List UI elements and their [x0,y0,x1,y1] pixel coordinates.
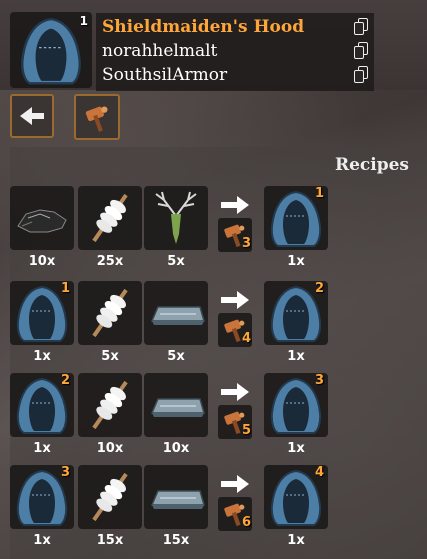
thread-spool-icon [92,472,128,522]
item-quality-level: 3 [60,465,70,480]
item-count: 1 [79,14,88,28]
antler-trophy-icon [155,191,197,244]
ingredient-slot[interactable] [144,186,208,250]
right-arrow-icon [221,291,249,309]
ingredient-quantity: 5x [167,254,185,269]
back-button[interactable] [10,94,54,138]
thread-spool-icon [92,380,128,430]
ingredient-slot[interactable]: 2 [10,373,74,437]
output-slot[interactable]: 4 [264,465,328,529]
ingredient-quantity: 10x [28,254,56,269]
ingredient-quantity: 5x [101,349,119,364]
ingredient-quantity: 15x [96,533,124,548]
right-arrow-icon [221,383,249,401]
copy-icon[interactable] [354,66,368,83]
output-quantity: 1x [287,441,305,456]
output-quality-level: 2 [314,281,324,296]
output-slot[interactable]: 2 [264,281,328,345]
forge-hammer-icon: 5 [218,405,252,439]
coal-icon [17,209,67,233]
output-quantity: 1x [287,349,305,364]
right-arrow-icon [221,475,249,493]
ingredient-slot[interactable] [144,281,208,345]
station-level: 3 [241,236,251,251]
name-option-shieldmaidens-hood[interactable]: Shieldmaiden's Hood [102,17,304,37]
ingredient-slot[interactable]: 1 [10,281,74,345]
item-quality-level: 2 [60,373,70,388]
output-quantity: 1x [287,254,305,269]
ingredient-slot[interactable] [78,465,142,529]
ingredient-quantity: 10x [96,441,124,456]
station-level: 5 [241,423,251,438]
right-arrow-icon [221,196,249,214]
metal-bar-icon [150,398,205,417]
forge-hammer-icon [85,106,108,132]
item-name-list: Shieldmaiden's Hood norahhelmalt Southsi… [96,13,374,91]
copy-icon[interactable] [354,42,368,59]
forge-hammer-icon: 4 [218,313,252,347]
selected-item-slot[interactable]: 1 [10,12,92,88]
output-quality-level: 4 [314,465,324,480]
ingredient-slot[interactable] [144,465,208,529]
name-option-southsilarmor[interactable]: SouthsilArmor [102,65,227,85]
ingredient-quantity: 5x [167,349,185,364]
ingredient-slot[interactable]: 3 [10,465,74,529]
output-quality-level: 1 [314,186,324,201]
ingredient-slot[interactable] [78,373,142,437]
output-quantity: 1x [287,533,305,548]
ingredient-quantity: 15x [162,533,190,548]
station-level: 4 [241,331,251,346]
ingredient-slot[interactable] [78,186,142,250]
thread-spool-icon [92,288,128,338]
metal-bar-icon [150,490,205,509]
ingredient-quantity: 1x [33,349,51,364]
ingredient-slot[interactable] [144,373,208,437]
output-slot[interactable]: 1 [264,186,328,250]
output-slot[interactable]: 3 [264,373,328,437]
ingredient-slot[interactable] [78,281,142,345]
crafting-station-button[interactable] [74,94,120,140]
station-level: 6 [241,515,251,530]
copy-icon[interactable] [354,18,368,35]
ingredient-quantity: 1x [33,533,51,548]
back-arrow-icon [20,107,44,125]
forge-hammer-icon: 3 [218,218,252,252]
ingredient-quantity: 10x [162,441,190,456]
recipes-title: Recipes [334,155,409,175]
item-header-panel: 1 Shieldmaiden's Hood norahhelmalt South… [0,0,427,91]
item-quality-level: 1 [60,281,70,296]
name-option-norahhelmalt[interactable]: norahhelmalt [102,41,217,61]
ingredient-slot[interactable] [10,186,74,250]
ingredient-quantity: 1x [33,441,51,456]
forge-hammer-icon: 6 [218,497,252,531]
toolbar [0,94,427,144]
thread-spool-icon [92,193,128,243]
output-quality-level: 3 [314,373,324,388]
ingredient-quantity: 25x [96,254,124,269]
metal-bar-icon [150,306,205,325]
